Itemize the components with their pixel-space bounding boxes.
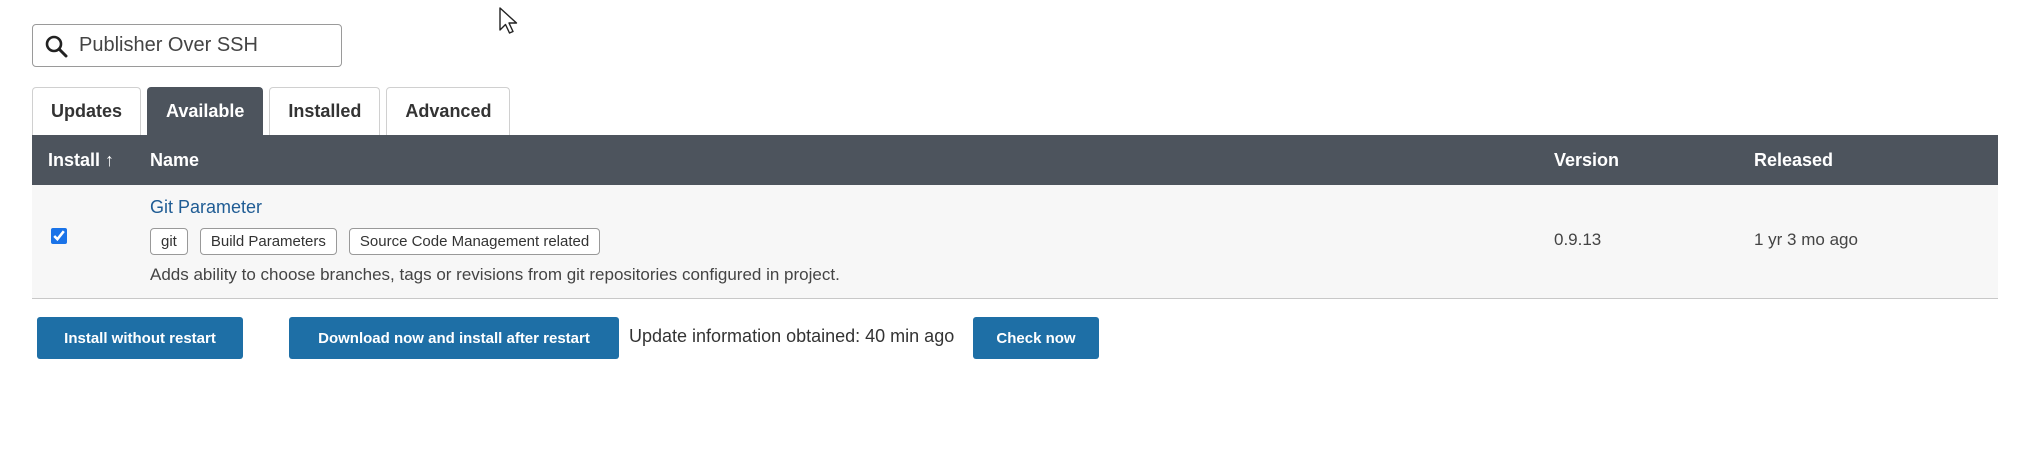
plugin-version: 0.9.13 [1554,230,1602,249]
plugin-tags: git Build Parameters Source Code Managem… [150,228,601,255]
install-checkbox[interactable] [51,228,67,244]
search-input[interactable] [79,34,319,57]
plugin-released: 1 yr 3 mo ago [1754,230,1858,249]
install-without-restart-button[interactable]: Install without restart [37,317,243,359]
tab-installed[interactable]: Installed [269,87,381,135]
search-icon [43,33,69,59]
plugin-name-link[interactable]: Git Parameter [150,197,262,218]
table-row: Git Parameter git Build Parameters Sourc… [32,185,1998,299]
column-header-name[interactable]: Name [150,135,199,185]
plugins-table: Install ↑ Name Version Released Git Para… [32,135,1998,299]
tag-build-parameters[interactable]: Build Parameters [199,228,337,255]
column-header-released[interactable]: Released [1754,135,1833,185]
download-install-after-restart-button[interactable]: Download now and install after restart [289,317,619,359]
tab-advanced[interactable]: Advanced [386,87,511,135]
tab-available[interactable]: Available [147,87,264,135]
mouse-pointer-icon [499,7,518,34]
column-header-install[interactable]: Install ↑ [48,135,114,185]
update-info-text: Update information obtained: 40 min ago [629,326,955,346]
search-box[interactable] [32,24,342,67]
column-header-version[interactable]: Version [1554,135,1619,185]
plugin-description: Adds ability to choose branches, tags or… [150,265,840,284]
check-now-button[interactable]: Check now [973,317,1099,359]
tab-bar: Updates Available Installed Advanced [32,87,511,135]
table-header: Install ↑ Name Version Released [32,135,1998,185]
tag-git[interactable]: git [150,228,188,255]
tab-updates[interactable]: Updates [32,87,142,135]
tag-source-code-management[interactable]: Source Code Management related [348,228,601,255]
